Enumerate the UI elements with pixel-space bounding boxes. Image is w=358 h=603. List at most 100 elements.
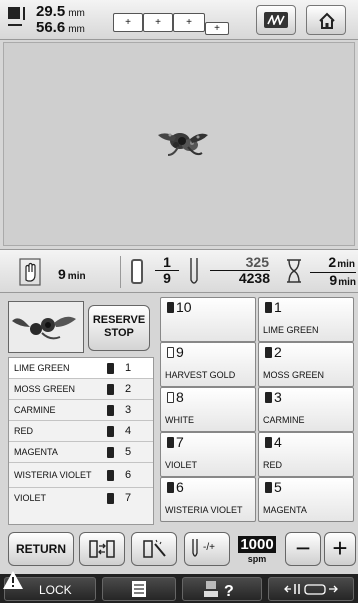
needle-bar-5[interactable]: 5 MAGENTA (258, 477, 354, 522)
total-time-unit: min (338, 277, 356, 288)
needle-bar-1[interactable]: 1 LIME GREEN (258, 297, 354, 342)
size-icon (8, 7, 30, 31)
hourglass-icon (287, 259, 301, 283)
help-button[interactable]: ? (182, 577, 262, 601)
list-item[interactable]: RED 4 (9, 421, 153, 442)
thread-color-name (165, 320, 255, 340)
needle-number: 3 (274, 389, 282, 405)
spool-icon (167, 302, 174, 313)
needle-number: 2 (125, 383, 132, 395)
thread-color-name: MAGENTA (263, 504, 307, 515)
color-sort-button[interactable] (131, 532, 177, 566)
thread-color-name: WISTERIA VIOLET (14, 470, 92, 480)
height-value: 29.5 (36, 3, 66, 20)
spool-icon (107, 384, 114, 395)
speed-adjust-button[interactable]: -/+ (184, 532, 230, 566)
spool-icon (265, 347, 272, 358)
list-item[interactable]: LIME GREEN 1 (9, 358, 153, 379)
needle-threading-icon (284, 584, 338, 595)
needle-bar-grid: 10 1 LIME GREEN 9 HARVEST GOLD 2 MOSS GREEN… (160, 297, 354, 522)
spool-icon (167, 347, 174, 358)
spool-icon (265, 392, 272, 403)
reserve-stop-label-1: RESERVE (92, 314, 146, 326)
lock-label: LOCK (39, 583, 72, 597)
thread-color-name: RED (263, 459, 283, 470)
embroidery-width: 56.6 mm (36, 20, 85, 37)
time-unit: min (67, 271, 86, 282)
thread-color-swap-button[interactable] (79, 532, 125, 566)
design-thumbnail (8, 301, 84, 353)
needle-bar-7[interactable]: 7 VIOLET (160, 432, 256, 477)
home-button[interactable] (306, 5, 346, 35)
spool-icon (107, 447, 114, 458)
bottom-bar: LOCK ? (0, 571, 358, 603)
thread-color-name: LIME GREEN (263, 324, 319, 335)
needle-number: 7 (125, 492, 132, 504)
frame-size-indicator: + + + + (113, 10, 243, 36)
lock-button[interactable]: LOCK (3, 571, 96, 601)
thread-color-name: CARMINE (14, 405, 56, 415)
spool-icon (265, 437, 272, 448)
sewing-order-list[interactable]: LIME GREEN 1 MOSS GREEN 2 CARMINE 3 RED 4 MA… (8, 357, 154, 525)
needle-bar-10[interactable]: 10 (160, 297, 256, 342)
spool-icon (107, 426, 114, 437)
needle-number: 6 (176, 479, 184, 495)
reserve-stop-button[interactable]: RESERVE STOP (88, 305, 150, 351)
spool-icon (167, 482, 174, 493)
thread-color-name: MAGENTA (14, 447, 58, 457)
list-item[interactable]: VIOLET 7 (9, 488, 153, 509)
sheet-button[interactable] (102, 577, 176, 601)
color-current: 1 (155, 255, 179, 271)
needle-bar-8[interactable]: 8 WHITE (160, 387, 256, 432)
needle-icon (190, 258, 198, 284)
embroidery-preview (3, 42, 355, 246)
list-item[interactable]: MOSS GREEN 2 (9, 379, 153, 400)
hand-icon (19, 258, 41, 286)
thread-color-name: RED (14, 426, 34, 436)
divider (120, 256, 121, 288)
stitch-progress: 325 4238 (210, 255, 270, 286)
width-unit: mm (68, 24, 85, 35)
spool-icon (107, 405, 114, 416)
needle-number: 8 (176, 389, 184, 405)
stitch-current: 325 (210, 255, 270, 271)
needle-number: 6 (125, 469, 132, 481)
needle-number: 1 (125, 362, 132, 374)
needle-bar-3[interactable]: 3 CARMINE (258, 387, 354, 432)
spool-wand-icon (143, 539, 166, 558)
time-progress: 2min 9min (310, 255, 356, 290)
needle-number: 2 (274, 344, 282, 360)
needle-bar-9[interactable]: 9 HARVEST GOLD (160, 342, 256, 387)
home-icon (319, 12, 335, 29)
frame-large: + (173, 13, 205, 32)
needle-number: 4 (125, 425, 132, 437)
needle-number: 9 (176, 344, 184, 360)
list-item[interactable]: MAGENTA 5 (9, 442, 153, 463)
thread-color-name: MOSS GREEN (14, 384, 76, 394)
total-time: 9 (329, 272, 338, 288)
speed-unit: spm (247, 554, 267, 564)
frame-small: + (113, 13, 143, 32)
spool-icon (167, 437, 174, 448)
thumbnail-image (12, 316, 76, 340)
frame-extra-large: + (205, 22, 229, 35)
control-button-row: RETURN -/+ 1000 spm − + (0, 532, 358, 570)
needle-bar-2[interactable]: 2 MOSS GREEN (258, 342, 354, 387)
pattern-button[interactable] (256, 5, 296, 35)
spool-icon (107, 493, 114, 504)
list-item[interactable]: CARMINE 3 (9, 400, 153, 421)
speed-decrease-button[interactable]: − (285, 532, 321, 566)
height-unit: mm (68, 8, 85, 19)
pattern-icon (264, 12, 288, 28)
list-item[interactable]: WISTERIA VIOLET 6 (9, 463, 153, 488)
return-button[interactable]: RETURN (8, 532, 74, 566)
needle-bar-6[interactable]: 6 WISTERIA VIOLET (160, 477, 256, 522)
speed-increase-button[interactable]: + (324, 532, 356, 566)
threading-button[interactable] (268, 577, 354, 601)
color-total: 9 (163, 270, 171, 286)
needle-number: 7 (176, 434, 184, 450)
needle-number: 5 (274, 479, 282, 495)
needle-bar-4[interactable]: 4 RED (258, 432, 354, 477)
svg-text:?: ? (224, 583, 234, 599)
color-progress: 1 9 (155, 255, 179, 286)
